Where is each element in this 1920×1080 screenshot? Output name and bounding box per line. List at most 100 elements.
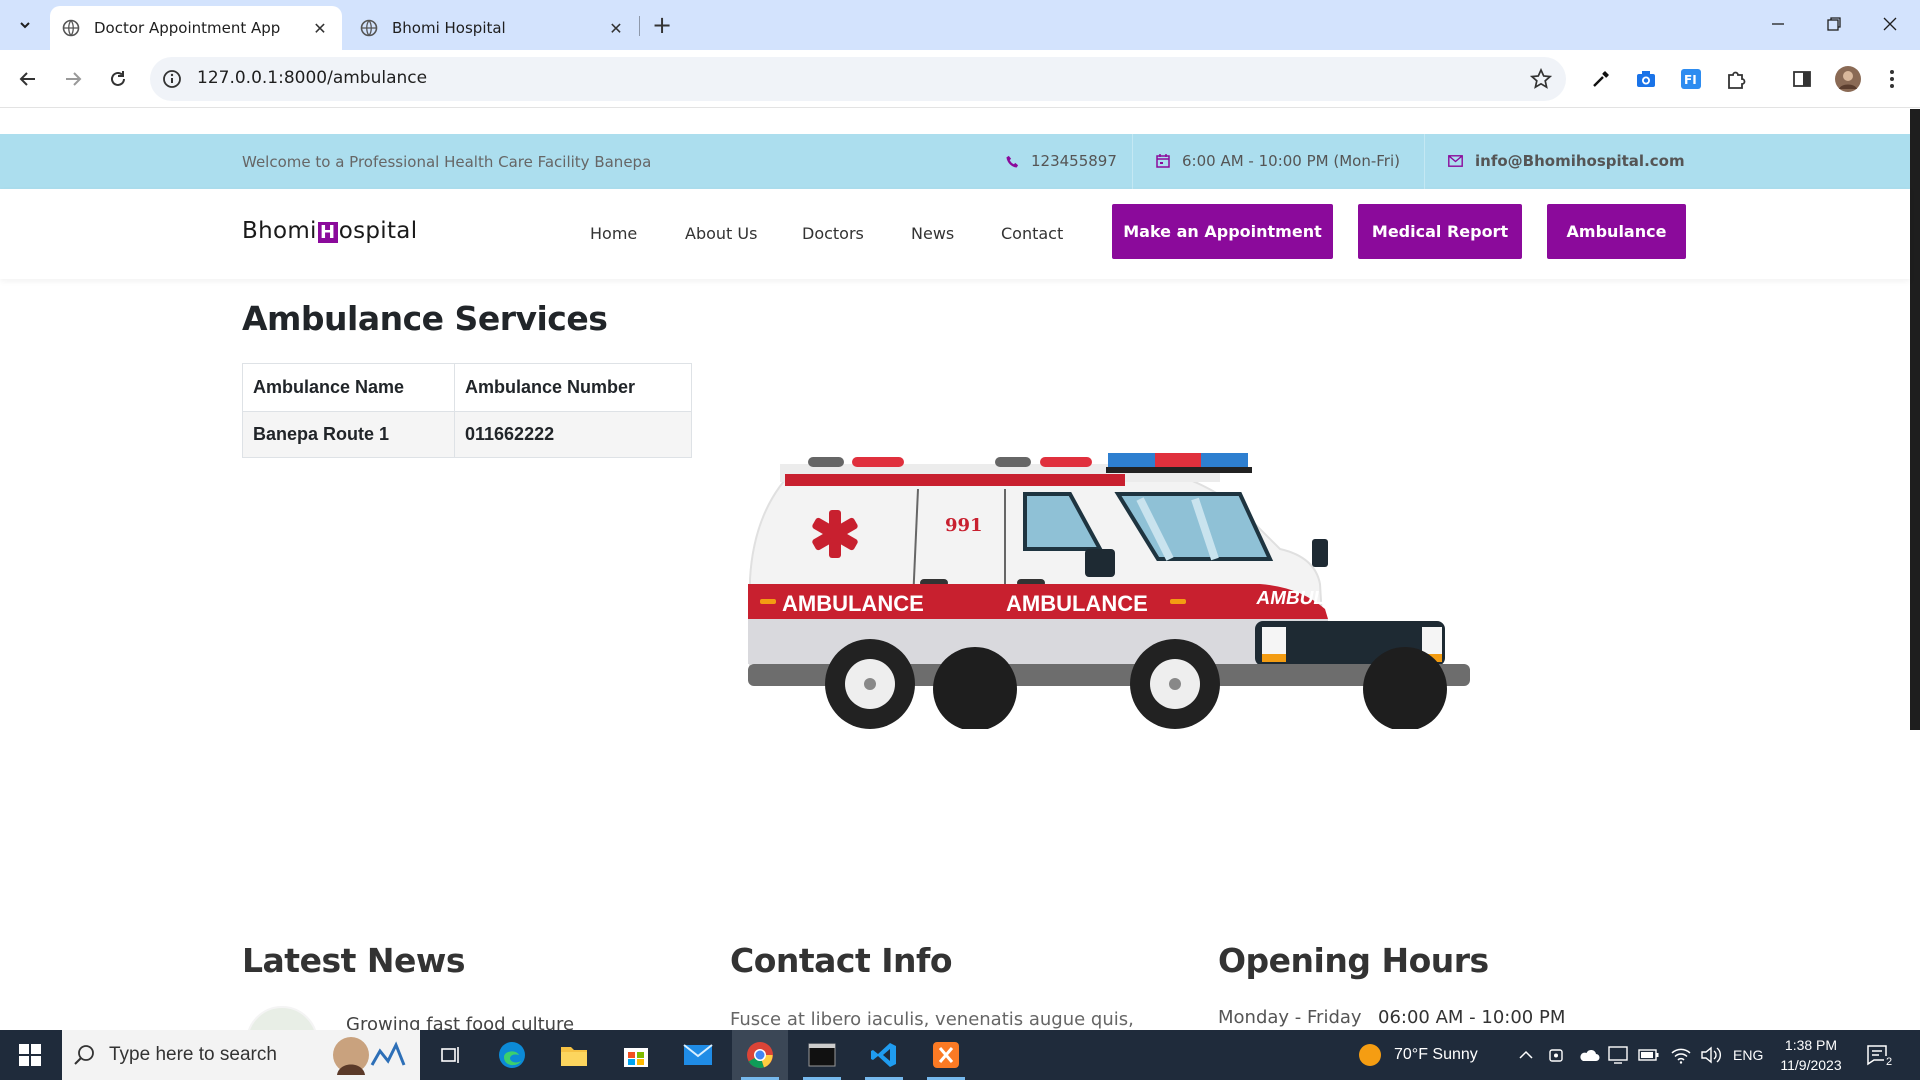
show-hidden-icons[interactable]: [1518, 1030, 1534, 1080]
phone-info: 123455897: [1006, 152, 1117, 170]
vehicle-number: 991: [945, 515, 983, 536]
news-thumbnail[interactable]: [246, 1006, 318, 1030]
tab-separator: [639, 16, 640, 36]
web-page: Welcome to a Professional Health Care Fa…: [0, 109, 1920, 1030]
display-icon[interactable]: [1608, 1030, 1628, 1080]
restore-button[interactable]: [1814, 10, 1854, 38]
ambulance-number-cell: 011662222: [454, 411, 692, 458]
start-button[interactable]: [0, 1030, 60, 1080]
nav-doctors[interactable]: Doctors: [802, 224, 864, 243]
phone-icon: [1006, 155, 1019, 168]
page-scrollbar[interactable]: [1910, 109, 1920, 730]
ambulance-name-cell: Banepa Route 1: [242, 411, 455, 458]
logo-text-right: ospital: [338, 218, 418, 244]
arrow-right-icon: [66, 72, 82, 86]
news-item-link[interactable]: Growing fast food culture: [346, 1014, 574, 1030]
terminal-icon: [808, 1043, 836, 1067]
back-button[interactable]: [13, 64, 43, 94]
reload-button[interactable]: [103, 64, 133, 94]
language-indicator[interactable]: ENG: [1733, 1030, 1763, 1080]
calendar-icon: [1156, 154, 1170, 168]
fi-extension-icon[interactable]: FI: [1679, 67, 1703, 91]
side-panel-icon[interactable]: [1790, 67, 1814, 91]
logo-h-mark: H: [317, 222, 338, 243]
top-info-bar: Welcome to a Professional Health Care Fa…: [0, 134, 1910, 189]
opening-days: Monday - Friday: [1218, 1007, 1362, 1028]
site-info-icon[interactable]: [162, 69, 182, 89]
chrome-app[interactable]: [732, 1030, 788, 1080]
mail-icon: [683, 1044, 713, 1065]
nav-news[interactable]: News: [911, 224, 954, 243]
edge-app[interactable]: [484, 1030, 540, 1080]
new-tab-button[interactable]: +: [650, 10, 674, 40]
file-explorer-app[interactable]: [546, 1030, 602, 1080]
nav-about-us[interactable]: About Us: [685, 224, 757, 243]
task-view-icon: [441, 1047, 459, 1063]
extensions-puzzle-icon[interactable]: [1724, 67, 1748, 91]
globe-icon: [360, 19, 378, 37]
task-view-button[interactable]: [422, 1030, 478, 1080]
weather-widget[interactable]: 70°F Sunny: [1358, 1030, 1478, 1080]
vscode-icon: [871, 1043, 896, 1067]
camera-extension-icon[interactable]: [1634, 67, 1658, 91]
eyedropper-extension-icon[interactable]: [1589, 67, 1613, 91]
opening-time: 06:00 AM - 10:00 PM: [1378, 1007, 1566, 1028]
close-icon[interactable]: ✕: [310, 18, 330, 38]
ambulance-illustration: 991 AMBULANCE AMBULANCE AMBULANCE: [748, 453, 1470, 729]
battery-icon[interactable]: [1638, 1030, 1660, 1080]
ambulance-table: Ambulance Name Ambulance Number Banepa R…: [242, 363, 692, 458]
close-window-button[interactable]: [1870, 10, 1910, 38]
site-logo[interactable]: Bhomi Hospital: [242, 218, 417, 244]
close-icon[interactable]: ✕: [606, 18, 626, 38]
arrow-left-icon: [19, 72, 35, 86]
profile-avatar[interactable]: [1834, 65, 1862, 93]
onedrive-cloud-icon[interactable]: [1578, 1030, 1600, 1080]
medical-report-button[interactable]: Medical Report: [1358, 204, 1522, 259]
table-row: Banepa Route 1 011662222: [242, 411, 692, 458]
reload-icon: [111, 71, 125, 86]
chevron-up-icon: [1519, 1050, 1533, 1059]
store-icon: [624, 1048, 648, 1067]
tab-search-button[interactable]: [10, 10, 40, 40]
email-link[interactable]: info@Bhomihospital.com: [1475, 152, 1685, 170]
chevron-down-icon: [20, 22, 30, 29]
divider: [1132, 134, 1133, 189]
notification-center[interactable]: 2: [1866, 1030, 1895, 1080]
address-bar[interactable]: 127.0.0.1:8000/ambulance: [150, 57, 1566, 101]
volume-icon[interactable]: [1700, 1030, 1722, 1080]
taskbar-search-box[interactable]: Type here to search: [62, 1030, 420, 1080]
xampp-icon: [933, 1042, 959, 1068]
latest-news-heading: Latest News: [242, 941, 466, 980]
forward-button[interactable]: [58, 64, 88, 94]
ambulance-button[interactable]: Ambulance: [1547, 204, 1686, 259]
search-placeholder: Type here to search: [109, 1044, 277, 1065]
minimize-button[interactable]: [1758, 10, 1798, 38]
browser-menu-icon[interactable]: [1880, 67, 1904, 91]
tab-bhomi-hospital[interactable]: Bhomi Hospital ✕: [348, 6, 638, 50]
microsoft-store-app[interactable]: [608, 1030, 664, 1080]
tab-doctor-appointment[interactable]: Doctor Appointment App ✕: [50, 6, 342, 50]
column-header-number: Ambulance Number: [454, 363, 692, 412]
vscode-app[interactable]: [856, 1030, 912, 1080]
side-label-rear: AMBULANCE: [1006, 591, 1148, 616]
nav-contact[interactable]: Contact: [1001, 224, 1063, 243]
make-appointment-button[interactable]: Make an Appointment: [1112, 204, 1333, 259]
sun-icon: [1359, 1044, 1381, 1066]
url-text[interactable]: 127.0.0.1:8000/ambulance: [197, 68, 427, 88]
divider: [1424, 134, 1425, 189]
xampp-app[interactable]: [918, 1030, 974, 1080]
folder-icon: [561, 1047, 587, 1066]
wifi-icon[interactable]: [1670, 1030, 1692, 1080]
search-highlight-icon: [333, 1037, 406, 1075]
weather-text: 70°F Sunny: [1394, 1046, 1478, 1063]
browser-tab-bar: Doctor Appointment App ✕ Bhomi Hospital …: [0, 0, 1920, 50]
nav-home[interactable]: Home: [590, 224, 637, 243]
tab-title: Doctor Appointment App: [94, 19, 281, 37]
bookmark-star-icon[interactable]: [1530, 68, 1552, 90]
meet-now-icon[interactable]: [1548, 1030, 1566, 1080]
column-header-name: Ambulance Name: [242, 363, 455, 412]
mail-app[interactable]: [670, 1030, 726, 1080]
system-clock[interactable]: 1:38 PM 11/9/2023: [1766, 1035, 1856, 1075]
terminal-app[interactable]: [794, 1030, 850, 1080]
chrome-icon: [747, 1042, 773, 1069]
